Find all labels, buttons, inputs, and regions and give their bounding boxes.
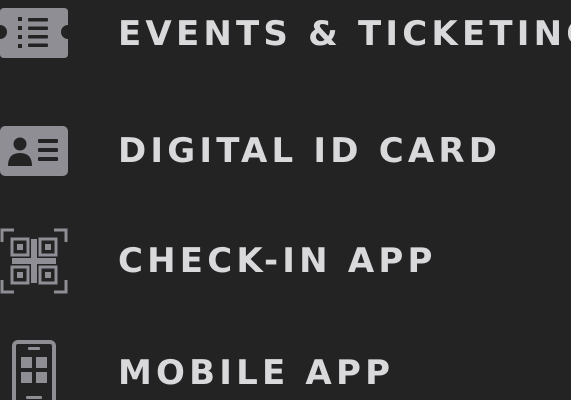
id-card-icon bbox=[0, 126, 68, 176]
qr-code-icon bbox=[0, 228, 68, 294]
ticket-icon bbox=[0, 8, 68, 58]
menu-item-label: EVENTS & TICKETING bbox=[118, 14, 571, 54]
menu-item-events-ticketing[interactable]: EVENTS & TICKETING bbox=[0, 0, 571, 80]
menu-item-label: CHECK-IN APP bbox=[118, 241, 437, 281]
feature-menu: EVENTS & TICKETING DIGITAL ID CARD CHECK… bbox=[0, 0, 571, 400]
menu-item-digital-id-card[interactable]: DIGITAL ID CARD bbox=[0, 118, 571, 198]
mobile-app-icon bbox=[12, 340, 56, 400]
menu-item-mobile-app[interactable]: MOBILE APP bbox=[0, 338, 571, 400]
menu-item-check-in-app[interactable]: CHECK-IN APP bbox=[0, 224, 571, 304]
menu-item-label: MOBILE APP bbox=[118, 353, 395, 393]
menu-item-label: DIGITAL ID CARD bbox=[118, 131, 502, 171]
